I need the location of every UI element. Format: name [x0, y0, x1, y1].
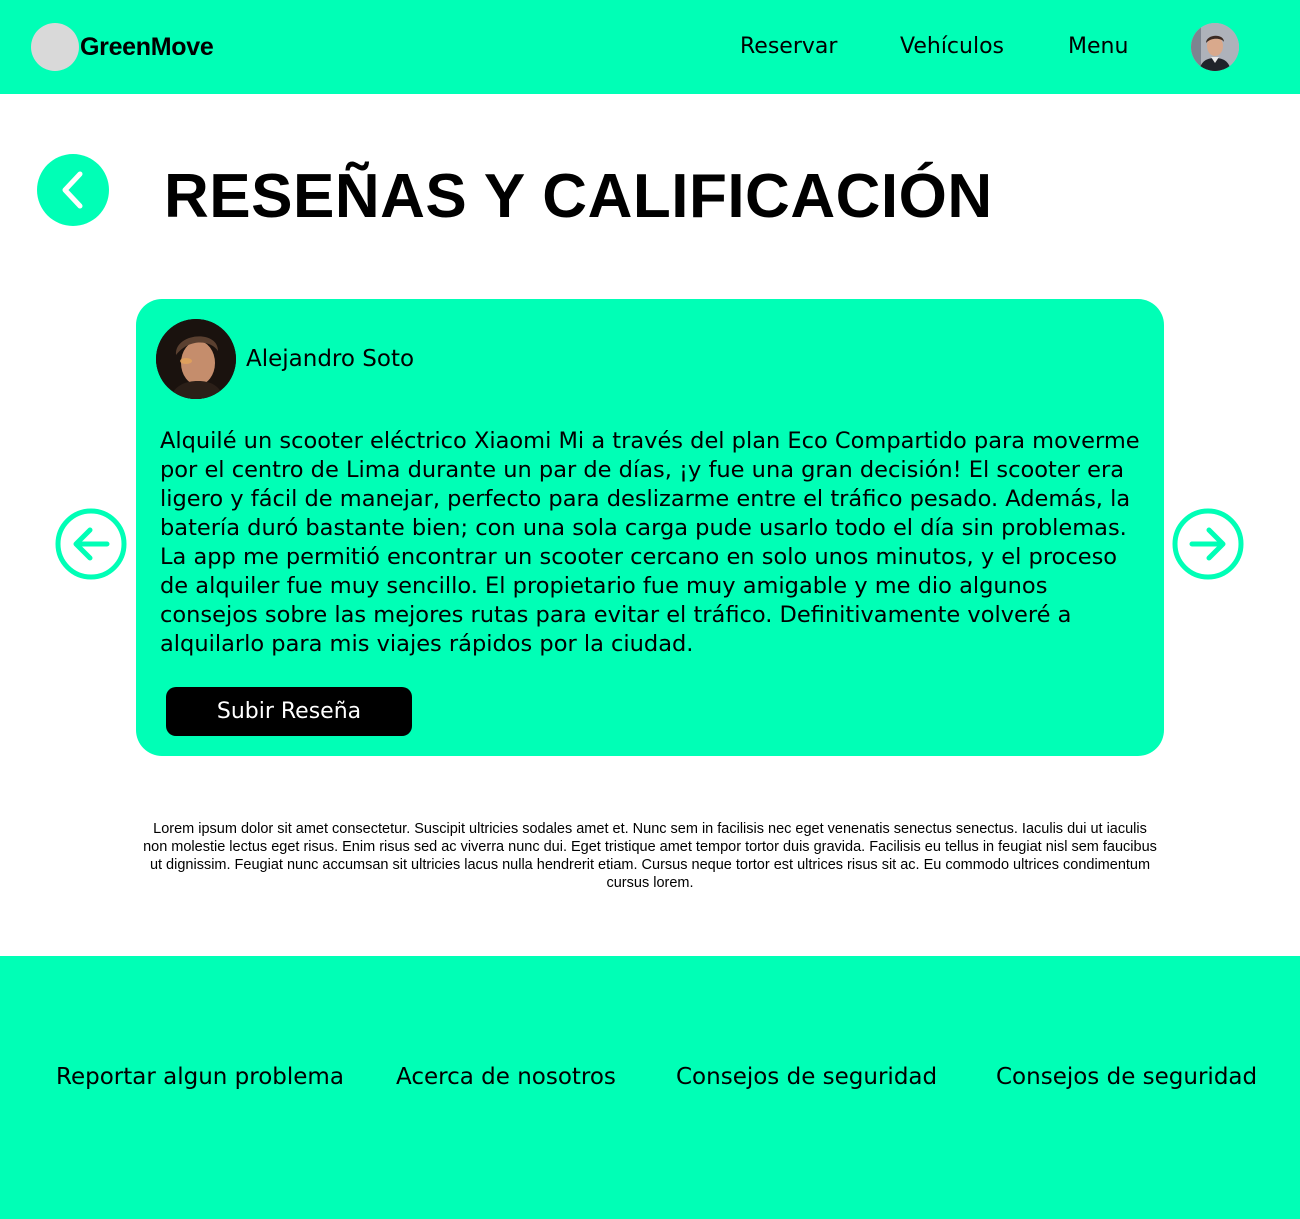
previous-review-button[interactable] [54, 507, 128, 581]
nav-link-reservar[interactable]: Reservar [740, 33, 837, 61]
nav-link-vehiculos[interactable]: Vehículos [900, 33, 1004, 61]
lorem-paragraph: Lorem ipsum dolor sit amet consectetur. … [143, 821, 1157, 891]
footer-link-consejos-seguridad[interactable]: Consejos de seguridad [676, 1062, 937, 1092]
footer-link-consejos-seguridad-2[interactable]: Consejos de seguridad [996, 1062, 1257, 1092]
chevron-left-icon [62, 171, 83, 209]
logo-icon[interactable] [31, 23, 79, 71]
back-button[interactable] [37, 154, 109, 226]
arrow-right-circle-icon [1172, 508, 1244, 580]
arrow-left-circle-icon [55, 508, 127, 580]
footer-link-acerca-de-nosotros[interactable]: Acerca de nosotros [396, 1062, 616, 1092]
footer: Reportar algun problema Acerca de nosotr… [0, 956, 1300, 1219]
user-avatar[interactable] [1191, 23, 1239, 71]
reviewer-name: Alejandro Soto [246, 346, 415, 372]
reviewer-avatar [156, 319, 236, 399]
review-text: Alquilé un scooter eléctrico Xiaomi Mi a… [160, 428, 1140, 657]
footer-link-reportar-problema[interactable]: Reportar algun problema [56, 1062, 344, 1092]
page-title: RESEÑAS Y CALIFICACIÓN [164, 162, 993, 231]
review-card: Alejandro Soto Alquilé un scooter eléctr… [136, 299, 1164, 756]
nav-link-menu[interactable]: Menu [1068, 33, 1128, 61]
brand-name[interactable]: GreenMove [80, 33, 214, 61]
next-review-button[interactable] [1171, 507, 1245, 581]
top-navbar: GreenMove Reservar Vehículos Menu [0, 0, 1300, 94]
submit-review-button[interactable]: Subir Reseña [166, 687, 412, 736]
